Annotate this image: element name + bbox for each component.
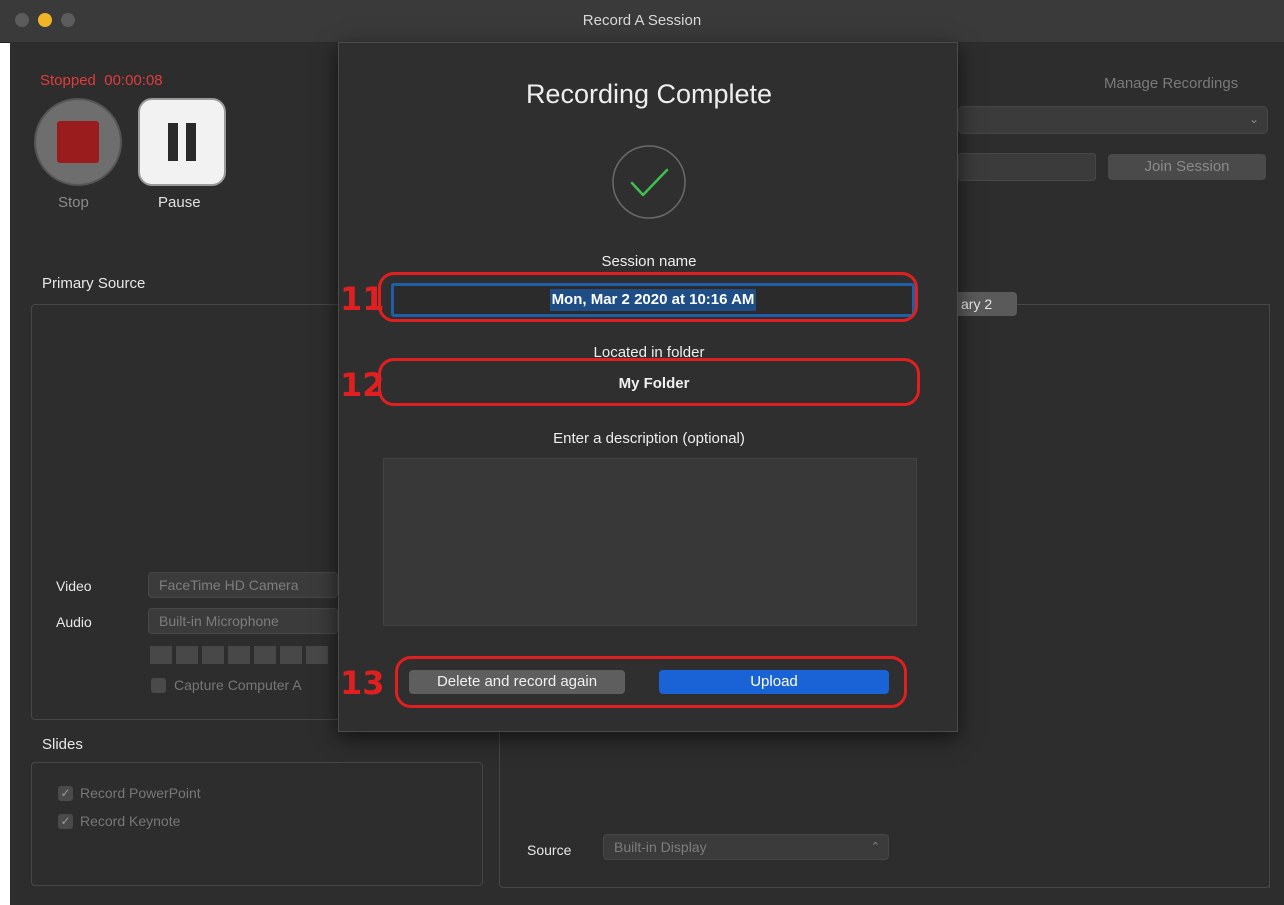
annotation-outline-11 bbox=[378, 272, 918, 322]
manage-recordings-link[interactable]: Manage Recordings bbox=[1104, 75, 1238, 92]
secondary-source-panel bbox=[499, 730, 1270, 888]
audio-select[interactable]: Built-in Microphone bbox=[148, 608, 338, 634]
secondary-panel-border bbox=[1017, 304, 1270, 305]
join-session-button[interactable]: Join Session bbox=[1108, 154, 1266, 180]
annotation-number-13: 13 bbox=[340, 664, 385, 702]
capture-audio-label: Capture Computer A bbox=[174, 677, 302, 693]
record-powerpoint-checkbox[interactable]: ✓ bbox=[58, 786, 73, 801]
description-label: Enter a description (optional) bbox=[553, 430, 745, 447]
check-circle-icon bbox=[612, 145, 686, 219]
source-select[interactable]: Built-in Display ⌃ bbox=[603, 834, 889, 860]
audio-label: Audio bbox=[56, 614, 92, 630]
slides-heading: Slides bbox=[42, 736, 83, 753]
audio-level-meter bbox=[150, 646, 340, 664]
updown-chevron-icon: ⌃ bbox=[870, 841, 880, 853]
video-label: Video bbox=[56, 578, 92, 594]
stop-icon bbox=[57, 121, 99, 163]
annotation-outline-13 bbox=[395, 656, 907, 708]
tab-secondary-2[interactable]: ary 2 bbox=[955, 292, 1017, 316]
annotation-number-12: 12 bbox=[340, 366, 385, 404]
window-title: Record A Session bbox=[582, 12, 702, 29]
annotation-outline-12 bbox=[378, 358, 920, 406]
stop-label: Stop bbox=[58, 194, 89, 211]
session-name-label: Session name bbox=[601, 253, 697, 270]
timer-readout: 00:00:08 bbox=[104, 72, 163, 89]
dialog-heading: Recording Complete bbox=[525, 79, 773, 109]
record-keynote-checkbox[interactable]: ✓ bbox=[58, 814, 73, 829]
session-code-input[interactable] bbox=[958, 153, 1096, 181]
annotation-number-11: 11 bbox=[340, 280, 385, 318]
status-text: Stopped bbox=[40, 72, 96, 89]
record-keynote-label: Record Keynote bbox=[80, 813, 181, 829]
app-window: Record A Session Stopped 00:00:08 Stop P… bbox=[0, 0, 1284, 905]
title-bar: Record A Session bbox=[0, 0, 1284, 43]
stop-button[interactable] bbox=[34, 98, 122, 186]
chevron-down-icon: ⌄ bbox=[1248, 112, 1259, 126]
primary-source-heading: Primary Source bbox=[42, 275, 146, 292]
description-textarea[interactable] bbox=[383, 458, 917, 626]
folder-select[interactable]: ⌄ bbox=[958, 106, 1268, 134]
source-label: Source bbox=[527, 842, 572, 858]
capture-audio-checkbox[interactable] bbox=[151, 678, 166, 693]
record-powerpoint-label: Record PowerPoint bbox=[80, 785, 201, 801]
pause-icon bbox=[168, 123, 178, 161]
recording-status: Stopped 00:00:08 bbox=[40, 72, 163, 89]
pause-icon-bar bbox=[186, 123, 196, 161]
pause-button[interactable] bbox=[138, 98, 226, 186]
source-select-value: Built-in Display bbox=[614, 839, 707, 855]
pause-label: Pause bbox=[158, 194, 201, 211]
video-select[interactable]: FaceTime HD Camera bbox=[148, 572, 338, 598]
